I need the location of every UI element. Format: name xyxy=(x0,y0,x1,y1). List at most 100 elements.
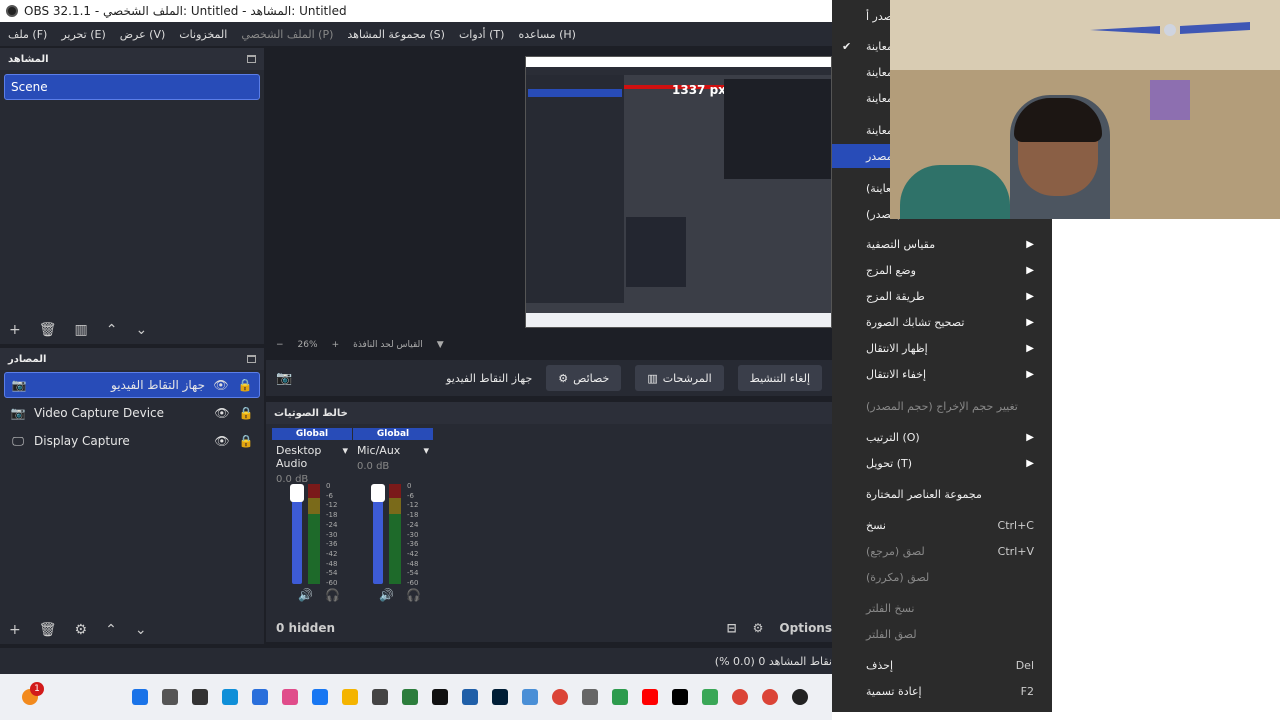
zoom-dropdown-icon[interactable]: ▼ xyxy=(437,340,444,350)
menu-item-show-transition[interactable]: إظهار الانتقال ▶ xyxy=(832,336,1052,360)
menu-item-deinterlace[interactable]: تصحيح تشابك الصورة ▶ xyxy=(832,310,1052,334)
menu-scene-collection[interactable]: مجموعة المشاهد (S) xyxy=(347,28,445,41)
menu-item-order[interactable]: الترتيب (O) ▶ xyxy=(832,425,1052,449)
app-icon[interactable] xyxy=(372,689,388,705)
window-title: OBS 32.1.1 - الملف الشخصي: Untitled - ال… xyxy=(24,4,347,18)
zoom-fit-label[interactable]: القياس لحد النافذة xyxy=(353,340,423,350)
menu-item-group-selected[interactable]: مجموعة العناصر المختارة xyxy=(832,482,1052,506)
add-source-icon[interactable]: + xyxy=(9,622,21,638)
app-icon[interactable] xyxy=(702,689,718,705)
source-properties-icon[interactable]: ⚙ xyxy=(75,622,88,638)
camera-icon: 📷 xyxy=(11,378,27,392)
eye-icon[interactable]: 👁 xyxy=(213,378,229,392)
volume-slider-handle[interactable] xyxy=(371,484,385,502)
chrome-icon[interactable] xyxy=(552,689,568,705)
remove-source-icon[interactable]: 🗑 xyxy=(39,622,57,638)
preview-canvas[interactable]: 1337 px xyxy=(525,56,832,328)
layout-toggle-icon[interactable]: ⊟ xyxy=(727,621,737,635)
options-button[interactable]: Options xyxy=(779,621,832,635)
menu-file[interactable]: ملف (F) xyxy=(8,28,47,41)
app-icon[interactable] xyxy=(402,689,418,705)
menu-item-copy[interactable]: نسخ Ctrl+C xyxy=(832,513,1052,537)
move-up-icon[interactable]: ⌃ xyxy=(106,322,118,338)
hidden-count[interactable]: 0 hidden xyxy=(276,621,335,635)
start-icon[interactable] xyxy=(132,689,148,705)
menu-item-rename[interactable]: إعادة تسمية F2 xyxy=(832,679,1052,703)
tiktok-icon[interactable] xyxy=(672,689,688,705)
move-down-icon[interactable]: ⌄ xyxy=(135,622,147,638)
source-item[interactable]: 📷 جهاز التقاط الفيديو 👁 🔒 xyxy=(4,372,260,398)
channel-name-row[interactable]: Desktop Audio ▾ xyxy=(272,444,352,470)
eye-icon[interactable]: 👁 xyxy=(214,434,230,448)
menu-tools[interactable]: أدوات (T) xyxy=(459,28,505,41)
task-view-icon[interactable] xyxy=(192,689,208,705)
undock-icon[interactable] xyxy=(247,55,256,63)
filters-button[interactable]: ▥ المرشحات xyxy=(635,365,724,391)
zoom-in-icon[interactable]: + xyxy=(332,340,340,350)
deactivate-label: إلغاء التنشيط xyxy=(749,371,810,385)
menu-item-blend-mode[interactable]: وضع المزج ▶ xyxy=(832,258,1052,282)
app-icon[interactable] xyxy=(522,689,538,705)
menu-item-scale-filter[interactable]: مقياس التصفية ▶ xyxy=(832,232,1052,256)
explorer-icon[interactable] xyxy=(342,689,358,705)
lock-icon[interactable]: 🔒 xyxy=(237,378,253,392)
menu-docks[interactable]: المخزونات xyxy=(179,28,227,41)
menu-item-blend-method[interactable]: طريقة المزج ▶ xyxy=(832,284,1052,308)
add-scene-icon[interactable]: + xyxy=(9,322,21,338)
move-down-icon[interactable]: ⌄ xyxy=(135,322,147,338)
menu-item-transform[interactable]: تحويل (T) ▶ xyxy=(832,451,1052,475)
menu-profile[interactable]: الملف الشخصي (P) xyxy=(241,28,333,41)
monitor-headphones-icon[interactable]: 🎧 xyxy=(325,588,340,602)
menu-item-delete[interactable]: إحذف Del xyxy=(832,653,1052,677)
advanced-audio-icon[interactable]: ⚙ xyxy=(753,621,764,635)
photoshop-icon[interactable] xyxy=(492,689,508,705)
scene-filters-icon[interactable]: ▥ xyxy=(75,322,88,338)
app-icon[interactable] xyxy=(462,689,478,705)
obs-icon[interactable] xyxy=(792,689,808,705)
dropdown-icon[interactable]: ▾ xyxy=(423,444,429,457)
edge-icon[interactable] xyxy=(222,689,238,705)
remove-scene-icon[interactable]: 🗑 xyxy=(39,322,57,338)
speaker-icon[interactable]: 🔊 xyxy=(298,588,313,602)
lock-icon[interactable]: 🔒 xyxy=(238,434,254,448)
menu-item-paste-ref[interactable]: لصق (مرجع) Ctrl+V xyxy=(832,539,1052,563)
chrome-icon[interactable] xyxy=(732,689,748,705)
speaker-icon[interactable]: 🔊 xyxy=(379,588,394,602)
menu-item-paste-dup[interactable]: لصق (مكررة) xyxy=(832,565,1052,589)
menu-view[interactable]: عرض (V) xyxy=(120,28,166,41)
preview-mirror-inner xyxy=(724,79,831,179)
move-up-icon[interactable]: ⌃ xyxy=(105,622,117,638)
app-icon[interactable] xyxy=(282,689,298,705)
zoom-out-icon[interactable]: − xyxy=(276,340,284,350)
properties-button[interactable]: ⚙ خصائص xyxy=(546,365,622,391)
scene-item[interactable]: Scene xyxy=(4,74,260,100)
lock-icon[interactable]: 🔒 xyxy=(238,406,254,420)
menu-item-hide-transition[interactable]: إخفاء الانتقال ▶ xyxy=(832,362,1052,386)
monitor-headphones-icon[interactable]: 🎧 xyxy=(406,588,421,602)
app-icon[interactable] xyxy=(612,689,628,705)
terminal-icon[interactable] xyxy=(432,689,448,705)
menu-item-copy-filters[interactable]: نسخ الفلتر xyxy=(832,596,1052,620)
menu-item-resize-output[interactable]: تغيير حجم الإخراج (حجم المصدر) xyxy=(832,394,1052,418)
deactivate-button[interactable]: إلغاء التنشيط xyxy=(737,365,822,391)
camera-icon: 📷 xyxy=(10,406,26,420)
search-icon[interactable] xyxy=(162,689,178,705)
app-icon[interactable] xyxy=(582,689,598,705)
screen-strip xyxy=(832,712,1052,720)
sources-dock: المصادر 📷 جهاز التقاط الفيديو 👁 🔒 📷 Vide… xyxy=(0,348,264,644)
facebook-icon[interactable] xyxy=(312,689,328,705)
dropdown-icon[interactable]: ▾ xyxy=(342,444,348,470)
menu-item-paste-filters[interactable]: لصق الفلتر xyxy=(832,622,1052,646)
undock-icon[interactable] xyxy=(247,355,256,363)
youtube-icon[interactable] xyxy=(642,689,658,705)
source-item[interactable]: 🖵 Display Capture 👁 🔒 xyxy=(4,428,260,454)
eye-icon[interactable]: 👁 xyxy=(214,406,230,420)
channel-name-row[interactable]: Mic/Aux ▾ xyxy=(353,444,433,457)
volume-slider-handle[interactable] xyxy=(290,484,304,502)
menu-help[interactable]: مساعده (H) xyxy=(518,28,576,41)
source-item[interactable]: 📷 Video Capture Device 👁 🔒 xyxy=(4,400,260,426)
mail-icon[interactable] xyxy=(252,689,268,705)
source-toolbar: 📷 جهاز التقاط الفيديو ⚙ خصائص ▥ المرشحات… xyxy=(266,360,832,396)
menu-edit[interactable]: تحرير (E) xyxy=(61,28,105,41)
chrome-icon[interactable] xyxy=(762,689,778,705)
